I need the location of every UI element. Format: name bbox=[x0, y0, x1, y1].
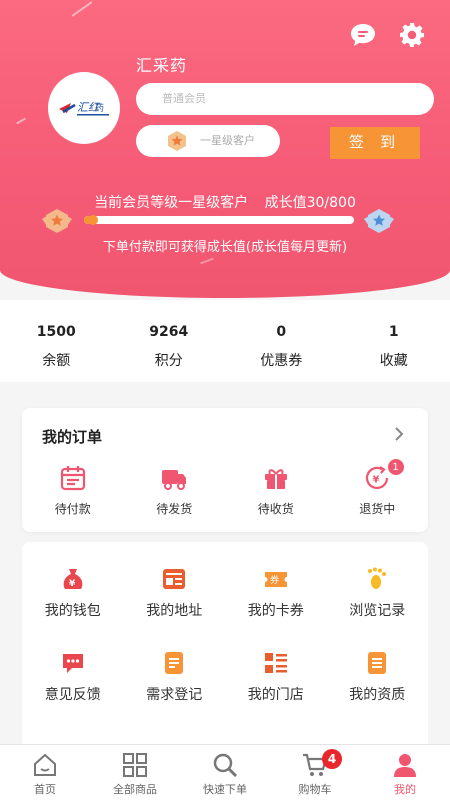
message-icon[interactable] bbox=[348, 20, 378, 50]
user-icon bbox=[394, 754, 416, 777]
stat-label: 积分 bbox=[154, 353, 183, 369]
menu-label: 我的钱包 bbox=[44, 603, 101, 619]
member-type-field: 普通会员 bbox=[136, 83, 434, 115]
stat-coupons[interactable]: 0 优惠券 bbox=[225, 300, 338, 382]
services-card: ¥ 我的钱包 我的地址 券 我的卡券 浏览记录 意见反馈 需求登记 我的门店 我… bbox=[22, 542, 428, 762]
header-decoration bbox=[16, 117, 26, 125]
header-decoration bbox=[71, 1, 93, 17]
growth-tip: 下单付款即可获得成长值(成长值每月更新) bbox=[102, 240, 348, 255]
growth-progress-dot bbox=[88, 215, 99, 225]
order-label: 待收货 bbox=[257, 502, 294, 516]
tab-label: 我的 bbox=[394, 783, 416, 796]
tab-label: 全部商品 bbox=[113, 783, 157, 796]
profile-header: 汇红 药 汇采药 普通会员 一星级客户 签 到 当前会员等级一星级客户 成长值3… bbox=[0, 0, 450, 298]
order-pending-shipment[interactable]: 待发货 bbox=[124, 464, 226, 517]
menu-requirements[interactable]: 需求登记 bbox=[124, 650, 226, 734]
current-level-badge-icon bbox=[42, 209, 72, 233]
stat-value: 9264 bbox=[149, 324, 189, 340]
search-icon bbox=[213, 753, 238, 778]
calendar-icon bbox=[60, 466, 85, 491]
tab-quick-order[interactable]: 快速下单 bbox=[180, 745, 270, 800]
tab-mine[interactable]: 我的 bbox=[360, 745, 450, 800]
stat-label: 收藏 bbox=[379, 353, 408, 369]
menu-address[interactable]: 我的地址 bbox=[124, 566, 226, 650]
stat-label: 余额 bbox=[42, 353, 71, 369]
order-label: 待付款 bbox=[54, 502, 91, 516]
menu-label: 需求登记 bbox=[146, 687, 203, 703]
menu-wallet[interactable]: ¥ 我的钱包 bbox=[22, 566, 124, 650]
menu-label: 我的地址 bbox=[146, 603, 203, 619]
sign-in-button[interactable]: 签 到 bbox=[330, 127, 420, 159]
tab-label: 快速下单 bbox=[203, 783, 247, 796]
stat-label: 优惠券 bbox=[260, 353, 303, 369]
menu-stores[interactable]: 我的门店 bbox=[225, 650, 327, 734]
star-badge-icon bbox=[168, 131, 186, 151]
address-card-icon bbox=[163, 569, 186, 589]
menu-label: 浏览记录 bbox=[349, 603, 406, 619]
order-label: 退货中 bbox=[359, 502, 396, 516]
svg-text:¥: ¥ bbox=[69, 579, 76, 589]
footprint-icon bbox=[368, 567, 387, 589]
growth-value-text: 成长值30/800 bbox=[264, 195, 356, 211]
menu-feedback[interactable]: 意见反馈 bbox=[22, 650, 124, 734]
svg-text:¥: ¥ bbox=[373, 475, 380, 486]
menu-label: 我的卡券 bbox=[247, 603, 304, 619]
growth-progress-bar bbox=[84, 215, 354, 225]
menu-coupons[interactable]: 券 我的卡券 bbox=[225, 566, 327, 650]
orders-card: 我的订单 待付款 待发货 待收货 ¥ 1 退货中 bbox=[22, 408, 428, 532]
tab-cart[interactable]: 4 购物车 bbox=[270, 745, 360, 800]
chevron-right-icon[interactable] bbox=[392, 426, 406, 442]
refund-count-badge: 1 bbox=[386, 458, 405, 476]
form-icon bbox=[165, 652, 184, 674]
bottom-tab-bar: 首页 全部商品 快速下单 4 购物车 我的 bbox=[0, 744, 450, 800]
svg-text:药: 药 bbox=[95, 103, 104, 114]
tab-home[interactable]: 首页 bbox=[0, 745, 90, 800]
next-level-badge-icon bbox=[364, 209, 394, 233]
menu-label: 我的门店 bbox=[247, 687, 304, 703]
coupon-icon: 券 bbox=[264, 572, 287, 587]
member-level-text: 当前会员等级一星级客户 bbox=[94, 195, 249, 211]
tab-label: 购物车 bbox=[298, 783, 332, 796]
gift-icon bbox=[264, 469, 287, 489]
order-label: 待发货 bbox=[156, 502, 193, 516]
menu-label: 我的资质 bbox=[349, 687, 406, 703]
svg-text:券: 券 bbox=[270, 574, 279, 586]
grid-icon bbox=[123, 753, 147, 777]
order-refunding[interactable]: ¥ 1 退货中 bbox=[327, 458, 429, 517]
order-pending-payment[interactable]: 待付款 bbox=[22, 464, 124, 517]
tab-all-products[interactable]: 全部商品 bbox=[90, 745, 180, 800]
truck-icon bbox=[162, 470, 187, 490]
shop-name: 汇采药 bbox=[136, 56, 188, 75]
level-label: 一星级客户 bbox=[200, 134, 255, 147]
stat-value: 1500 bbox=[36, 324, 76, 340]
menu-history[interactable]: 浏览记录 bbox=[327, 566, 429, 650]
company-logo: 汇红 药 bbox=[59, 101, 109, 116]
orders-title[interactable]: 我的订单 bbox=[42, 426, 102, 447]
home-icon bbox=[34, 753, 56, 776]
tab-label: 首页 bbox=[34, 783, 56, 796]
stat-value: 0 bbox=[276, 324, 287, 340]
money-bag-icon: ¥ bbox=[63, 569, 83, 589]
stat-value: 1 bbox=[388, 324, 399, 340]
store-list-icon bbox=[264, 653, 287, 673]
menu-qualifications[interactable]: 我的资质 bbox=[327, 650, 429, 734]
settings-icon[interactable] bbox=[397, 20, 427, 50]
account-stats: 1500 余额 9264 积分 0 优惠券 1 收藏 bbox=[0, 300, 450, 382]
stat-balance[interactable]: 1500 余额 bbox=[0, 300, 113, 382]
document-icon bbox=[368, 652, 387, 674]
feedback-icon bbox=[62, 654, 83, 673]
level-badge-pill: 一星级客户 bbox=[136, 125, 280, 157]
order-pending-receipt[interactable]: 待收货 bbox=[225, 464, 327, 517]
header-decoration bbox=[200, 257, 214, 265]
stat-favorites[interactable]: 1 收藏 bbox=[338, 300, 450, 382]
menu-label: 意见反馈 bbox=[44, 687, 101, 703]
avatar[interactable]: 汇红 药 bbox=[48, 72, 120, 144]
stat-points[interactable]: 9264 积分 bbox=[113, 300, 226, 382]
cart-count-badge: 4 bbox=[322, 749, 342, 769]
